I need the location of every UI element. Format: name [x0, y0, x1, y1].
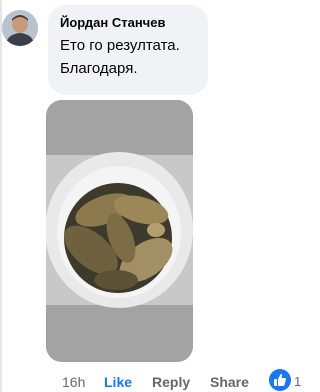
timestamp[interactable]: 16h — [62, 372, 85, 392]
reaction-count: 1 — [294, 374, 302, 389]
author-name[interactable]: Йордан Станчев — [60, 14, 196, 31]
thread-line — [0, 0, 2, 392]
thumbs-up-icon[interactable] — [269, 369, 291, 391]
avatar[interactable] — [2, 10, 38, 46]
fish-bucket-image — [46, 100, 193, 362]
attached-photo[interactable] — [46, 100, 193, 362]
like-button[interactable]: Like — [104, 372, 132, 392]
avatar-image — [2, 10, 38, 46]
reply-button[interactable]: Reply — [152, 372, 190, 392]
comment: Йордан Станчев Ето го резултата. Благода… — [0, 0, 303, 392]
comment-text-line: Благодаря. — [60, 60, 138, 77]
comment-text: Ето го резултата. Благодаря. — [60, 34, 196, 80]
comment-bubble: Йордан Станчев Ето го резултата. Благода… — [48, 5, 208, 95]
share-button[interactable]: Share — [210, 372, 249, 392]
comment-text-line: Ето го резултата. — [60, 37, 180, 54]
